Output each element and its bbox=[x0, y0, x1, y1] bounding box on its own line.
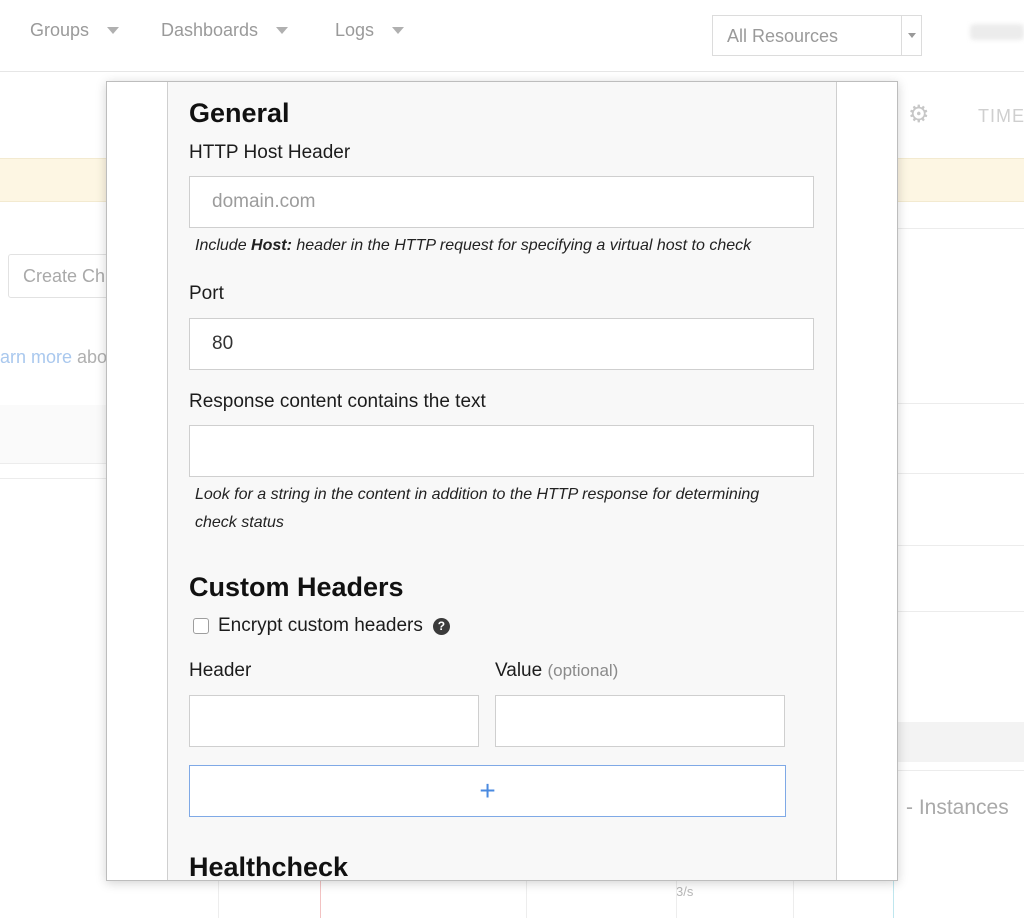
chart-marker bbox=[893, 880, 894, 918]
optional-hint: (optional) bbox=[547, 661, 619, 680]
section-title-custom-headers: Custom Headers bbox=[189, 572, 404, 602]
resource-select[interactable]: All Resources bbox=[712, 15, 922, 56]
nav-item-groups[interactable]: Groups bbox=[30, 20, 120, 41]
encrypt-headers-checkbox[interactable] bbox=[193, 618, 209, 634]
chart-gridline bbox=[793, 880, 794, 918]
nav-item-label: Dashboards bbox=[161, 20, 259, 40]
custom-header-value-input[interactable] bbox=[495, 695, 785, 747]
dropdown-arrow-icon bbox=[901, 16, 921, 55]
chart-tick-label: 3/s bbox=[676, 884, 694, 899]
check-settings-modal: General HTTP Host Header Include Host: h… bbox=[106, 81, 898, 881]
create-check-button[interactable]: Create Ch bbox=[8, 254, 118, 298]
nav-item-label: Groups bbox=[30, 20, 90, 40]
learn-more-text: arn more abo bbox=[0, 347, 107, 368]
chevron-down-icon bbox=[107, 27, 120, 34]
http-host-header-help: Include Host: header in the HTTP request… bbox=[195, 232, 805, 260]
add-header-button[interactable]: + bbox=[189, 765, 786, 817]
chevron-down-icon bbox=[276, 27, 289, 34]
nav-item-label: Logs bbox=[335, 20, 375, 40]
help-text-bold: Host: bbox=[251, 237, 292, 254]
value-label-text: Value bbox=[495, 660, 543, 681]
help-text-prefix: Include bbox=[195, 237, 252, 254]
port-label: Port bbox=[189, 283, 224, 304]
response-content-input[interactable] bbox=[189, 425, 814, 477]
divider bbox=[898, 228, 1024, 229]
question-circle-icon[interactable]: ? bbox=[432, 617, 450, 635]
top-navigation: Groups Dashboards Logs All Resources bbox=[0, 0, 1024, 72]
encrypt-headers-label[interactable]: Encrypt custom headers bbox=[218, 615, 423, 637]
learn-more-link[interactable]: arn more bbox=[0, 347, 72, 367]
divider bbox=[898, 611, 1024, 612]
chart-gridline bbox=[218, 880, 219, 918]
chart-gridline bbox=[676, 880, 677, 918]
section-title-general: General bbox=[189, 98, 290, 128]
gear-icon[interactable]: ⚙ bbox=[908, 102, 934, 128]
nav-item-logs[interactable]: Logs bbox=[335, 20, 405, 41]
background-row bbox=[896, 722, 1024, 762]
nav-item-dashboards[interactable]: Dashboards bbox=[161, 20, 289, 41]
divider bbox=[0, 478, 106, 479]
time-label[interactable]: TIME bbox=[978, 106, 1024, 127]
custom-header-name-input[interactable] bbox=[189, 695, 479, 747]
section-title-healthcheck: Healthcheck bbox=[189, 852, 349, 881]
response-content-help: Look for a string in the content in addi… bbox=[195, 486, 760, 531]
divider bbox=[898, 770, 1024, 771]
divider bbox=[898, 403, 1024, 404]
value-column-label: Value (optional) bbox=[495, 660, 618, 682]
divider bbox=[0, 463, 106, 464]
chart-marker bbox=[320, 880, 321, 918]
http-host-header-label: HTTP Host Header bbox=[189, 142, 351, 163]
background-panel bbox=[0, 405, 110, 463]
instances-chart-title: - Instances bbox=[906, 796, 1009, 819]
port-input[interactable] bbox=[189, 318, 814, 370]
response-content-label: Response content contains the text bbox=[189, 391, 486, 412]
header-column-label: Header bbox=[189, 660, 252, 681]
divider bbox=[898, 473, 1024, 474]
encrypt-headers-row: Encrypt custom headers ? bbox=[193, 615, 450, 637]
divider bbox=[898, 545, 1024, 546]
resource-select-value: All Resources bbox=[727, 26, 839, 46]
chart-gridline bbox=[526, 880, 527, 918]
http-host-header-input[interactable] bbox=[189, 176, 814, 228]
help-text-suffix: header in the HTTP request for specifyin… bbox=[291, 237, 752, 254]
chevron-down-icon bbox=[392, 27, 405, 34]
learn-more-rest: abo bbox=[72, 347, 108, 367]
user-menu[interactable] bbox=[970, 24, 1024, 40]
